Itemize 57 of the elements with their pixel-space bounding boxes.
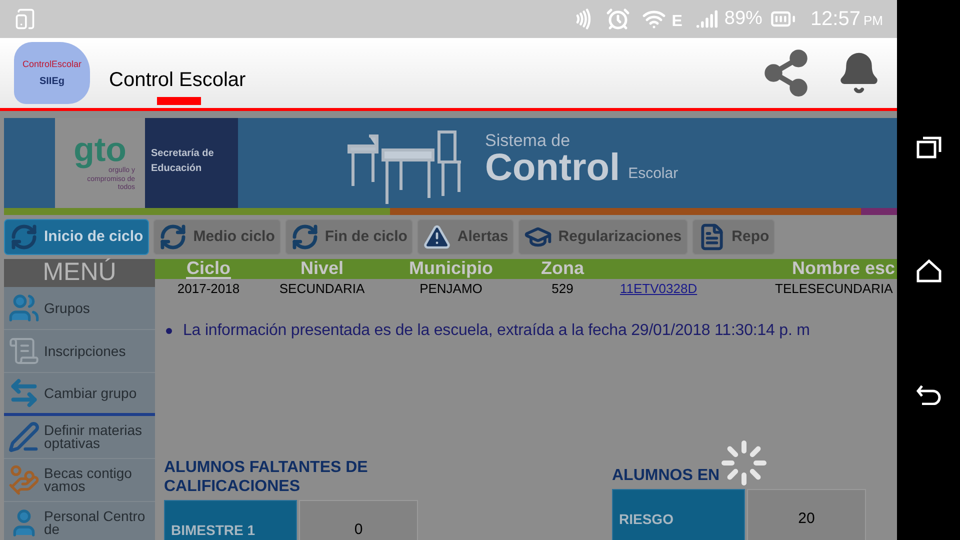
loading-spinner-icon [720,439,768,487]
table-cell-text: 529 [550,280,574,298]
logo-text: SIIEg [39,76,64,86]
column-header: Municipio [409,259,493,279]
circular-arrows-icon [159,223,188,251]
back-button[interactable] [916,383,942,405]
alarm-icon [606,7,630,31]
bullet-icon [166,328,172,334]
stat-value: 20 [747,488,866,540]
stat-label: RIESGO [612,488,745,540]
system-title-small: Sistema de [485,132,572,149]
nav-tab[interactable]: Repo [692,219,776,255]
nav-tab[interactable]: Regularizaciones [518,219,688,255]
section-title: ALUMNOS EN [612,466,721,484]
school-code-link[interactable]: 11ETV0328D [605,279,740,298]
logo-text: ControlEscolar [22,60,82,68]
column-header[interactable]: Ciclo [186,259,230,279]
table-cell-text: SECUNDARIA [278,280,366,298]
swap-arrows-icon [8,377,40,409]
table-cell-text: PENJAMO [418,280,484,298]
gto-logo: gto [74,132,126,167]
menu-item[interactable]: Becas contigo vamos [4,459,155,502]
column-header: Nivel [300,259,344,279]
paper-icon [8,335,40,367]
department-name: Secretaría de Educación [151,147,215,176]
app-title: Control Escolar [109,70,246,90]
menu-item[interactable]: Grupos [4,287,155,330]
menu-header: MENÚ [4,259,155,287]
menu-item[interactable]: Definir materias optativas [4,416,155,459]
column-header: Nombre esc [792,259,895,279]
hands-icon [8,464,40,496]
system-title-large: Control [485,149,620,187]
pen-icon [8,421,40,453]
section-title: ALUMNOS FALTANTES DE CALIFICACIONES [164,458,369,496]
nav-tab[interactable]: Medio ciclo [153,219,281,255]
menu-item[interactable]: Cambiar grupo [4,373,155,416]
stat-value: 0 [299,500,418,540]
title-indicator [157,96,201,104]
people-icon [8,292,40,324]
stat-label: BIMESTRE 1 [164,500,297,540]
table-cell-text: TELESECUNDARIA [774,280,894,298]
circular-arrows-icon [290,223,319,251]
menu-item[interactable]: Inscripciones [4,330,155,373]
signal-icon [696,8,718,30]
nav-tab[interactable]: Alertas [417,219,514,255]
menu-item[interactable]: Personal Centro de [4,502,155,540]
circular-arrows-icon [10,223,38,251]
nav-tab[interactable]: Inicio de ciclo [4,219,150,255]
table-cell-text: 2017-2018 [176,280,241,298]
system-title-suffix: Escolar [628,164,678,184]
notice-text: La información presentada es de la escuela, extraída a la fecha 29/01/2018 11:30:14 p. m [183,320,810,340]
warning-icon [423,223,452,251]
column-header: Zona [541,259,584,279]
screen-rotation-icon [14,8,36,30]
nav-tab[interactable]: Fin de ciclo [284,219,414,255]
recent-apps-button[interactable] [916,135,942,159]
home-button[interactable] [916,259,942,283]
